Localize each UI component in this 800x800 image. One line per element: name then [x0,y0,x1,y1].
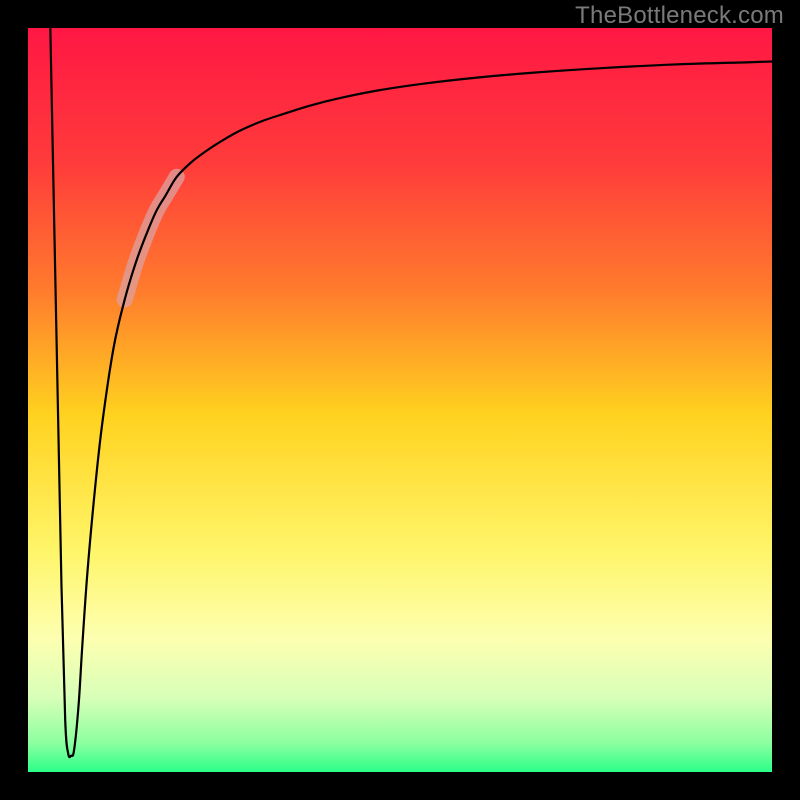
watermark-text: TheBottleneck.com [575,2,784,30]
chart-svg [0,0,800,800]
plot-background [28,28,772,772]
bottleneck-chart: TheBottleneck.com [0,0,800,800]
